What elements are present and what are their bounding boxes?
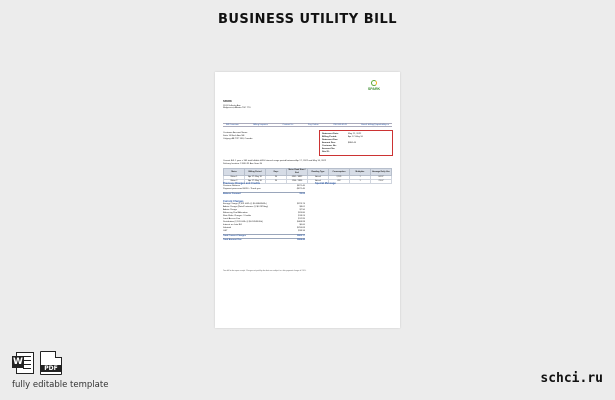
special-message-heading: Special Message xyxy=(315,182,336,185)
table-header-cell: Billing Period xyxy=(244,168,266,176)
amount-due-value: $884.46 xyxy=(297,239,305,242)
table-header-cell: Reading Type xyxy=(307,168,329,176)
table-cell: 1 xyxy=(349,178,371,184)
account-value: $884.46 xyxy=(348,141,356,144)
charge-total-label: Balance Forward xyxy=(223,192,241,195)
nav-phone: 780-555-0143 xyxy=(333,123,347,126)
bill-footer-note: Your bill is due upon receipt. Charges n… xyxy=(223,270,307,272)
file-format-icons: W PDF xyxy=(12,351,62,375)
table-header-cell: Meter xyxy=(223,168,245,176)
sender-line2: Ridgecrest, Alberta T8C 7T6 xyxy=(223,107,251,110)
usage-note: Current Bill: 1 year = 365 total billabl… xyxy=(223,160,392,166)
previous-charges-list: Previous Balance $871.40 Payment processed… xyxy=(223,185,305,196)
spark-logo-icon xyxy=(371,80,377,86)
logo-text: SPARK xyxy=(367,87,381,91)
table-cell: 23.07 xyxy=(370,178,392,184)
charge-label: GST xyxy=(223,230,228,232)
charge-label: Payment processed 04/30 - Thank you xyxy=(223,188,261,190)
bill-document: SPARK SPARK 1103 Vallecito Ave Ridgecres… xyxy=(215,72,400,328)
customer-line3: Calgary, AB T2P 1K8, Canada xyxy=(223,137,253,140)
account-row: Site ID: xyxy=(322,151,390,154)
bill-navbar: Bill Overview Billing Inquiries Contact … xyxy=(223,123,392,127)
charge-amount: $38.34 xyxy=(298,230,305,232)
charge-amount: -$871.40 xyxy=(296,188,305,190)
amount-due-line: Total Amount Due $884.46 xyxy=(223,239,305,242)
table-header-cell: Consumption xyxy=(328,168,350,176)
word-letter: W xyxy=(12,356,24,368)
usage-note-line2: Delivery location: 13550 91 Ave Sans Fil xyxy=(223,162,263,165)
charge-total-amount: $0.00 xyxy=(299,192,305,195)
charge-line: Payment processed 04/30 - Thank you -$871… xyxy=(223,188,305,191)
table-header-cell: Average Daily Use xyxy=(370,168,392,176)
table-cell: 30 xyxy=(265,178,287,184)
account-value: Apr 17–May 16 xyxy=(348,135,363,138)
word-file-icon: W xyxy=(12,351,34,374)
nav-item: Contact Us xyxy=(282,123,294,126)
nav-item: Bill Overview xyxy=(226,123,239,126)
customer-address: Customer Account Name Suite 14 Birch Ave… xyxy=(223,132,283,140)
site-brand: schci.ru xyxy=(540,371,603,386)
sender-address: SPARK 1103 Vallecito Ave Ridgecrest, Alb… xyxy=(223,100,303,110)
nav-email: Email: billing@sparkutility.ca xyxy=(361,123,389,126)
table-header-cell: Days xyxy=(265,168,287,176)
pdf-label: PDF xyxy=(41,365,61,372)
account-summary-box: Statement Date: May 21, 2022 Billing Perio… xyxy=(319,130,393,156)
charge-total-line: Total Current Charges $805.17 xyxy=(223,235,305,238)
pdf-file-icon: PDF xyxy=(40,351,62,375)
current-charges-list: Energy Charge (2,531 kWh @ $0.0884/kWh) $… xyxy=(223,203,305,242)
table-header-cell: Meter Read Start / End xyxy=(286,168,308,176)
table-header-row: Meter Billing Period Days Meter Read Start … xyxy=(223,168,392,176)
page-title: BUSINESS UTILITY BILL xyxy=(217,12,398,27)
table-cell: 1204 / 1896 xyxy=(286,178,308,184)
nav-item: Billing Inquiries xyxy=(253,123,268,126)
charge-total-line: Balance Forward $0.00 xyxy=(223,193,305,196)
charge-total-label: Total Current Charges xyxy=(223,234,246,237)
table-header-cell: Multiplier xyxy=(349,168,371,176)
sender-name: SPARK xyxy=(223,100,232,103)
charge-line: GST $38.34 xyxy=(223,230,305,233)
spark-logo: SPARK xyxy=(362,80,386,91)
charge-total-amount: $805.17 xyxy=(297,234,305,237)
nav-item: Pay Online xyxy=(307,123,319,126)
account-label: Site ID: xyxy=(322,150,330,153)
amount-due-label: Total Amount Due xyxy=(223,239,242,242)
tagline: fully editable template xyxy=(12,380,109,390)
